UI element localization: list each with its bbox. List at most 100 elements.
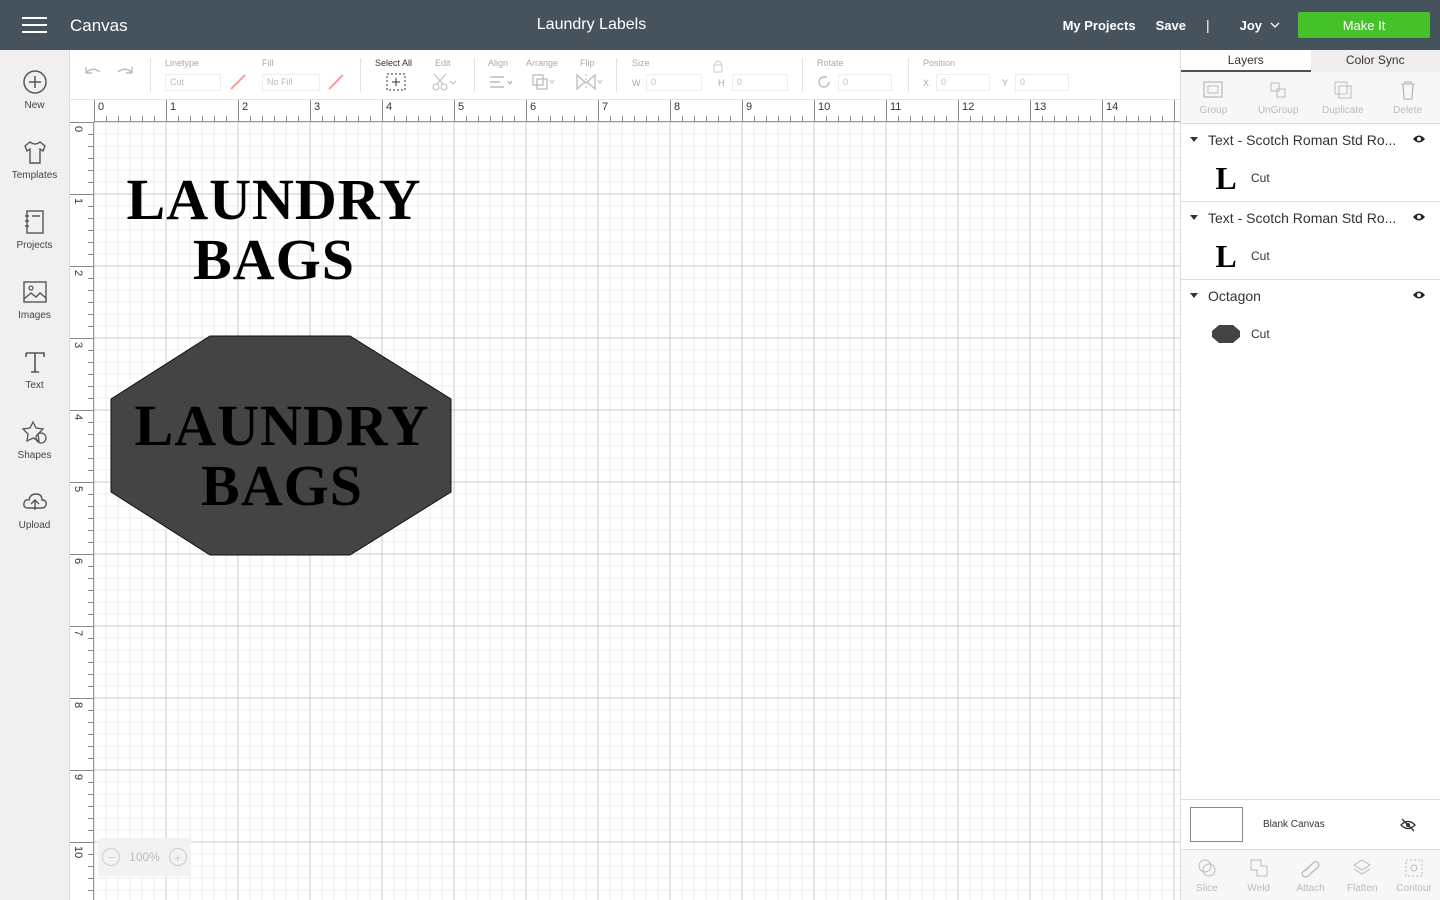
ungroup-button[interactable]: UnGroup <box>1246 72 1311 123</box>
eye-icon[interactable] <box>1412 212 1426 222</box>
layer-thumbnail: L <box>1215 159 1237 196</box>
layers-panel: Layers Color Sync Group UnGroup Duplicat… <box>1180 50 1440 900</box>
laundry-bags-text-on-octagon[interactable]: LAUNDRY BAGS <box>112 396 452 516</box>
attach-button[interactable]: Attach <box>1285 850 1337 900</box>
sidebar-item-label: New <box>24 99 45 111</box>
collapse-triangle-icon[interactable] <box>1190 137 1198 142</box>
tab-layers[interactable]: Layers <box>1181 50 1311 72</box>
arrange-label: Arrange <box>526 58 559 68</box>
slice-button[interactable]: Slice <box>1181 850 1233 900</box>
linetype-color-icon[interactable] <box>228 72 248 92</box>
ruler-label: 4 <box>72 414 84 421</box>
slice-label: Slice <box>1196 882 1218 894</box>
height-input[interactable]: 0 <box>732 74 788 91</box>
sidebar-item-text[interactable]: Text <box>0 330 69 400</box>
sidebar-item-upload[interactable]: Upload <box>0 470 69 540</box>
cloud-upload-icon <box>22 492 47 510</box>
layer-title: Octagon <box>1208 287 1261 304</box>
rotate-icon <box>818 76 830 88</box>
layer-title: Text - Scotch Roman Std Ro... <box>1208 209 1397 226</box>
contour-icon <box>1405 859 1423 876</box>
lock-icon[interactable] <box>712 59 724 73</box>
left-sidebar: New Templates Projects Images Text Shape… <box>0 50 70 900</box>
sidebar-item-images[interactable]: Images <box>0 260 69 330</box>
design-canvas[interactable]: LAUNDRY BAGS LAUNDRY BAGS <box>94 122 1180 900</box>
toolbar-divider <box>616 58 617 92</box>
ruler-label: 6 <box>72 558 84 565</box>
arrange-icon[interactable] <box>530 72 558 92</box>
linetype-select[interactable]: Cut <box>165 74 221 91</box>
ruler-label: 10 <box>818 101 831 113</box>
flip-icon[interactable] <box>575 72 605 92</box>
user-name[interactable]: Joy <box>1240 18 1262 33</box>
ruler-corner <box>70 100 94 122</box>
blank-canvas-row[interactable]: Blank Canvas <box>1181 799 1440 849</box>
weld-icon <box>1250 859 1268 876</box>
zoom-out-button[interactable]: − <box>102 848 121 866</box>
select-all-icon[interactable] <box>385 72 407 92</box>
collapse-triangle-icon[interactable] <box>1190 293 1198 298</box>
sidebar-item-label: Images <box>18 309 51 321</box>
flatten-button[interactable]: Flatten <box>1336 850 1388 900</box>
ruler-label: 9 <box>746 101 753 113</box>
collapse-triangle-icon[interactable] <box>1190 215 1198 220</box>
y-position-input[interactable]: 0 <box>1015 74 1069 91</box>
attach-label: Attach <box>1296 882 1325 894</box>
duplicate-label: Duplicate <box>1322 105 1364 116</box>
layer-item[interactable]: L Cut <box>1181 155 1440 201</box>
laundry-bags-text-layer[interactable]: LAUNDRY BAGS <box>104 170 444 290</box>
text-line-2: BAGS <box>201 453 363 518</box>
layer-item[interactable]: Cut <box>1181 311 1440 357</box>
rotate-input[interactable]: 0 <box>838 74 892 91</box>
chevron-down-icon[interactable] <box>1270 20 1280 30</box>
group-button[interactable]: Group <box>1181 72 1246 123</box>
weld-button[interactable]: Weld <box>1233 850 1285 900</box>
vertical-ruler: 0 1 2 3 4 5 6 7 8 9 10 <box>70 122 94 900</box>
edit-toolbar: Linetype Cut Fill No Fill Select All Edi… <box>70 50 1180 100</box>
contour-button[interactable]: Contour <box>1388 850 1440 900</box>
fill-label: Fill <box>262 58 274 68</box>
shapes-icon <box>21 420 47 444</box>
my-projects-link[interactable]: My Projects <box>1063 18 1136 33</box>
layer-operation: Cut <box>1251 327 1270 341</box>
fill-select[interactable]: No Fill <box>262 74 320 91</box>
canvas-color-swatch[interactable] <box>1190 807 1243 842</box>
make-it-button[interactable]: Make It <box>1298 12 1430 38</box>
eye-icon[interactable] <box>1412 290 1426 300</box>
ruler-label: 2 <box>72 270 84 277</box>
align-icon[interactable] <box>488 74 514 92</box>
ruler-ticks <box>94 100 1175 122</box>
trash-icon <box>1400 81 1415 100</box>
layer-header[interactable]: Text - Scotch Roman Std Ro... <box>1181 202 1440 233</box>
x-position-input[interactable]: 0 <box>936 74 990 91</box>
project-title: Laundry Labels <box>536 16 647 33</box>
text-line-2: BAGS <box>193 227 355 292</box>
ungroup-label: UnGroup <box>1257 105 1299 116</box>
notebook-icon <box>24 209 44 234</box>
save-button[interactable]: Save <box>1156 18 1186 33</box>
duplicate-button[interactable]: Duplicate <box>1311 72 1376 123</box>
sidebar-item-shapes[interactable]: Shapes <box>0 400 69 470</box>
group-icon <box>1203 81 1224 98</box>
eye-hidden-icon[interactable] <box>1400 818 1416 832</box>
layer-header[interactable]: Text - Scotch Roman Std Ro... <box>1181 124 1440 155</box>
undo-icon[interactable] <box>82 64 104 84</box>
scissors-icon[interactable] <box>430 72 458 92</box>
layer-item[interactable]: L Cut <box>1181 233 1440 279</box>
ruler-label: 0 <box>98 101 105 113</box>
width-input[interactable]: 0 <box>646 74 702 91</box>
sidebar-item-templates[interactable]: Templates <box>0 120 69 190</box>
delete-button[interactable]: Delete <box>1375 72 1440 123</box>
rotate-label: Rotate <box>817 58 844 68</box>
zoom-in-button[interactable]: + <box>168 848 187 866</box>
tab-color-sync[interactable]: Color Sync <box>1310 50 1440 72</box>
sidebar-item-new[interactable]: New <box>0 50 69 120</box>
bottom-toolbar: Slice Weld Attach Flatten Contour <box>1181 849 1440 900</box>
group-label: Group <box>1199 105 1228 116</box>
eye-icon[interactable] <box>1412 134 1426 144</box>
redo-icon[interactable] <box>114 64 136 84</box>
sidebar-item-projects[interactable]: Projects <box>0 190 69 260</box>
fill-color-icon[interactable] <box>326 72 346 92</box>
ruler-label: 7 <box>72 630 84 637</box>
layer-header[interactable]: Octagon <box>1181 280 1440 311</box>
